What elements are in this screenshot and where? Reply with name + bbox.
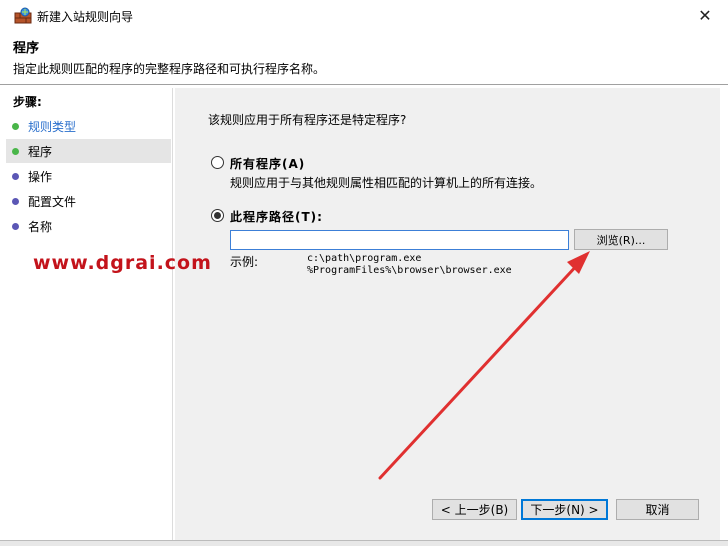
background-window-strip [0, 540, 728, 546]
question-text: 该规则应用于所有程序还是特定程序? [208, 113, 407, 127]
steps-title: 步骤: [13, 95, 42, 109]
sidebar-item-label: 操作 [28, 169, 53, 184]
program-path-label[interactable]: 此程序路径(T): [230, 208, 323, 225]
cancel-button[interactable]: 取消 [616, 499, 699, 520]
sidebar-item-name[interactable]: 名称 [6, 214, 171, 238]
wizard-content: 该规则应用于所有程序还是特定程序? 所有程序(A) 规则应用于与其他规则属性相匹… [175, 88, 720, 540]
next-button[interactable]: 下一步(N) > [521, 499, 608, 520]
sidebar-item-profile[interactable]: 配置文件 [6, 189, 171, 213]
program-path-input[interactable] [230, 230, 569, 250]
example-path-line: c:\path\program.exe [307, 253, 422, 264]
sidebar-item-label: 名称 [28, 219, 53, 234]
wizard-header: 程序 指定此规则匹配的程序的完整程序路径和可执行程序名称。 [0, 31, 728, 84]
window-edge [720, 88, 728, 540]
sidebar-item-rule-type[interactable]: 规则类型 [6, 114, 171, 138]
step-pending-icon [12, 197, 19, 205]
page-description: 指定此规则匹配的程序的完整程序路径和可执行程序名称。 [13, 62, 326, 76]
all-programs-description: 规则应用于与其他规则属性相匹配的计算机上的所有连接。 [230, 176, 543, 190]
step-pending-icon [12, 222, 19, 230]
header-divider-highlight [0, 85, 728, 86]
step-pending-icon [12, 172, 19, 180]
program-path-radio[interactable] [211, 209, 224, 222]
title-bar: 新建入站规则向导 ✕ [0, 0, 728, 31]
back-button[interactable]: < 上一步(B) [432, 499, 517, 520]
page-title: 程序 [13, 41, 40, 56]
close-button[interactable]: ✕ [682, 0, 728, 31]
sidebar-item-label: 程序 [28, 144, 53, 159]
sidebar-item-label: 配置文件 [28, 194, 77, 209]
example-paths: c:\path\program.exe %ProgramFiles%\brows… [307, 253, 512, 277]
example-label: 示例: [230, 255, 259, 269]
close-icon: ✕ [698, 6, 712, 25]
watermark-text: www.dgrai.com [33, 252, 212, 274]
steps-sidebar: 步骤: 规则类型 程序 操作 配置文件 名称 [0, 88, 173, 540]
example-path-line: %ProgramFiles%\browser\browser.exe [307, 265, 512, 276]
step-current-icon [12, 147, 19, 155]
firewall-icon [14, 7, 32, 24]
browse-button[interactable]: 浏览(R)... [574, 229, 668, 250]
all-programs-label[interactable]: 所有程序(A) [230, 155, 305, 172]
sidebar-item-program[interactable]: 程序 [6, 139, 171, 163]
window-title: 新建入站规则向导 [37, 10, 134, 24]
step-done-icon [12, 122, 19, 130]
all-programs-radio[interactable] [211, 156, 224, 169]
sidebar-item-action[interactable]: 操作 [6, 164, 171, 188]
sidebar-item-label: 规则类型 [28, 119, 77, 134]
